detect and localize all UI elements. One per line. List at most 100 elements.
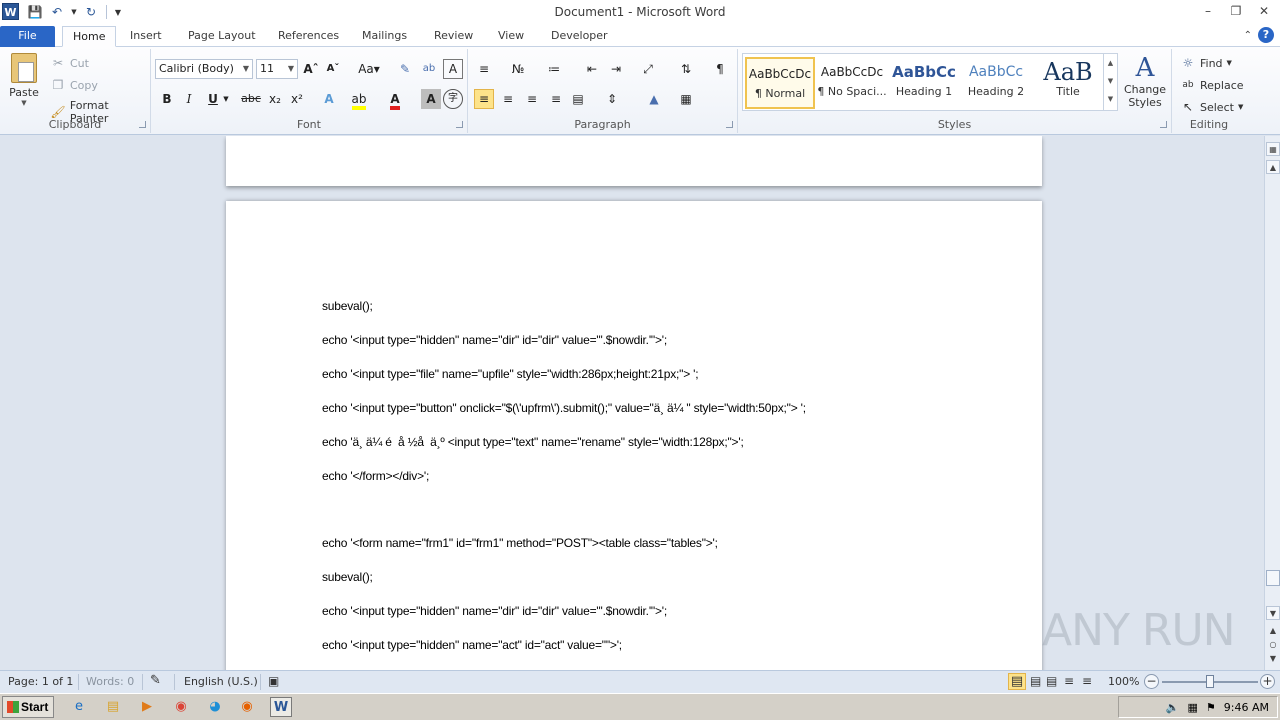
replace-button[interactable]: ab Replace bbox=[1180, 77, 1243, 93]
help-icon[interactable]: ? bbox=[1258, 27, 1274, 43]
word-taskbar-icon[interactable]: W bbox=[270, 697, 292, 717]
document-line[interactable]: echo '<input type="hidden" name="dir" id… bbox=[322, 333, 667, 347]
start-button[interactable]: Start bbox=[2, 696, 54, 718]
numbering-icon[interactable]: № bbox=[508, 59, 528, 79]
document-line[interactable]: echo '<input type="hidden" name="dir" id… bbox=[322, 604, 667, 618]
style-title[interactable]: AaB Title bbox=[1033, 57, 1103, 109]
gallery-scroll[interactable]: ▲ ▼ ▼ bbox=[1103, 54, 1117, 110]
highlight-icon[interactable]: ab bbox=[349, 89, 369, 110]
style-no-spacing[interactable]: AaBbCcDc ¶ No Spaci... bbox=[817, 57, 887, 109]
file-explorer-icon[interactable]: ▤ bbox=[102, 697, 124, 717]
document-line[interactable]: subeval(); bbox=[322, 299, 373, 313]
phonetic-guide-icon[interactable]: ab bbox=[419, 59, 439, 79]
clipboard-dialog-launcher[interactable] bbox=[139, 121, 146, 128]
bullets-icon[interactable]: ≡ bbox=[474, 59, 494, 79]
previous-page-icon[interactable]: ▲ bbox=[1266, 624, 1280, 638]
document-line[interactable]: echo '<input type="button" onclick="$(\'… bbox=[322, 401, 806, 415]
style-heading-1[interactable]: AaBbCc Heading 1 bbox=[889, 57, 959, 109]
copy-button[interactable]: ❐ Copy bbox=[50, 77, 98, 93]
draft-icon[interactable]: ≡ bbox=[1082, 674, 1092, 688]
subscript-button[interactable]: x₂ bbox=[265, 89, 285, 109]
increase-indent-icon[interactable]: ⇥ bbox=[606, 59, 626, 79]
word-count[interactable]: Words: 0 bbox=[86, 675, 134, 688]
tab-page-layout[interactable]: Page Layout bbox=[178, 26, 266, 47]
borders-icon[interactable]: ▦ bbox=[676, 89, 696, 109]
bold-button[interactable]: B bbox=[157, 89, 177, 109]
line-spacing-icon[interactable]: ⇕ bbox=[602, 89, 622, 109]
paragraph-dialog-launcher[interactable] bbox=[726, 121, 733, 128]
font-name-combo[interactable]: Calibri (Body) ▼ bbox=[155, 59, 253, 79]
macro-record-icon[interactable]: ▣ bbox=[268, 674, 279, 688]
paste-button[interactable]: Paste ▼ bbox=[4, 53, 44, 107]
print-layout-icon[interactable]: ▤ bbox=[1008, 673, 1026, 690]
text-direction-icon[interactable]: ⤢ bbox=[638, 59, 658, 79]
cut-button[interactable]: ✂ Cut bbox=[50, 55, 89, 71]
decrease-indent-icon[interactable]: ⇤ bbox=[582, 59, 602, 79]
clock[interactable]: 9:46 AM bbox=[1224, 701, 1269, 714]
change-case-button[interactable]: Aa▾ bbox=[355, 59, 383, 79]
character-shading-icon[interactable]: A bbox=[421, 89, 441, 109]
superscript-button[interactable]: x² bbox=[287, 89, 307, 109]
document-area[interactable]: subeval(); echo '<input type="hidden" na… bbox=[0, 136, 1264, 670]
language-indicator[interactable]: English (U.S.) bbox=[184, 675, 258, 688]
document-line[interactable]: echo '<input type="file" name="upfile" s… bbox=[322, 367, 699, 381]
find-button[interactable]: ☼ Find ▼ bbox=[1180, 55, 1232, 71]
document-line[interactable]: subeval(); bbox=[322, 570, 373, 584]
character-border-icon[interactable]: A bbox=[443, 59, 463, 79]
media-player-icon[interactable]: ▶ bbox=[136, 697, 158, 717]
document-line[interactable]: echo '<input type="hidden" name="act" id… bbox=[322, 638, 622, 652]
chevron-up-icon[interactable]: ▲ bbox=[1104, 54, 1117, 72]
zoom-out-icon[interactable]: − bbox=[1144, 674, 1159, 689]
strikethrough-button[interactable]: abc bbox=[239, 89, 263, 109]
distributed-button[interactable]: ▤ bbox=[568, 89, 588, 109]
tab-mailings[interactable]: Mailings bbox=[352, 26, 417, 47]
change-styles-button[interactable]: A Change Styles bbox=[1122, 53, 1168, 109]
internet-explorer-icon[interactable]: e bbox=[68, 697, 90, 717]
vertical-scrollbar[interactable]: ▦ ▲ ▼ ▲ ○ ▼ bbox=[1264, 136, 1280, 670]
italic-button[interactable]: I bbox=[179, 89, 199, 109]
tab-view[interactable]: View bbox=[488, 26, 534, 47]
justify-button[interactable]: ≡ bbox=[546, 89, 566, 109]
align-left-button[interactable]: ≡ bbox=[474, 89, 494, 109]
volume-icon[interactable]: 🔈 bbox=[1166, 701, 1180, 714]
clear-formatting-icon[interactable]: ✎ bbox=[395, 59, 415, 79]
underline-button[interactable]: U bbox=[203, 89, 223, 109]
tab-developer[interactable]: Developer bbox=[541, 26, 618, 47]
ruler-toggle-icon[interactable]: ▦ bbox=[1266, 142, 1280, 156]
document-line[interactable]: echo '</form></div>'; bbox=[322, 469, 429, 483]
action-center-icon[interactable]: ⚑ bbox=[1206, 701, 1216, 714]
restore-icon[interactable]: ❐ bbox=[1224, 2, 1248, 20]
previous-page[interactable] bbox=[226, 136, 1042, 186]
scroll-down-icon[interactable]: ▼ bbox=[1266, 606, 1280, 620]
minimize-icon[interactable]: – bbox=[1196, 2, 1220, 20]
styles-dialog-launcher[interactable] bbox=[1160, 121, 1167, 128]
grow-font-button[interactable]: Aˆ bbox=[301, 59, 321, 79]
zoom-in-icon[interactable]: + bbox=[1260, 674, 1275, 689]
font-dialog-launcher[interactable] bbox=[456, 121, 463, 128]
tab-references[interactable]: References bbox=[268, 26, 349, 47]
select-button[interactable]: ↖ Select ▼ bbox=[1180, 99, 1243, 115]
shading-icon[interactable]: ▲ bbox=[644, 89, 664, 109]
next-page-icon[interactable]: ▼ bbox=[1266, 652, 1280, 666]
document-page[interactable]: subeval(); echo '<input type="hidden" na… bbox=[226, 201, 1042, 670]
document-line[interactable]: echo '<form name="frm1" id="frm1" method… bbox=[322, 536, 718, 550]
scroll-up-icon[interactable]: ▲ bbox=[1266, 160, 1280, 174]
enclose-characters-icon[interactable]: 字 bbox=[443, 89, 463, 109]
font-color-icon[interactable]: A bbox=[385, 89, 405, 110]
page-count[interactable]: Page: 1 of 1 bbox=[8, 675, 73, 688]
zoom-thumb[interactable] bbox=[1206, 675, 1214, 688]
full-screen-reading-icon[interactable]: ▤ bbox=[1030, 674, 1041, 688]
style-normal[interactable]: AaBbCcDc ¶ Normal bbox=[745, 57, 815, 109]
underline-dropdown-icon[interactable]: ▼ bbox=[221, 89, 231, 109]
zoom-level[interactable]: 100% bbox=[1108, 675, 1139, 688]
document-line[interactable]: echo 'ä¸ ä¼ é å ½å ä¸º <input type="text… bbox=[322, 435, 744, 449]
tab-home[interactable]: Home bbox=[62, 26, 117, 47]
scroll-thumb[interactable] bbox=[1266, 570, 1280, 586]
gallery-more-icon[interactable]: ▼ bbox=[1104, 90, 1117, 108]
chevron-down-icon[interactable]: ▼ bbox=[1104, 72, 1117, 90]
multilevel-list-icon[interactable]: ≔ bbox=[544, 59, 564, 79]
text-effects-icon[interactable]: A bbox=[319, 89, 339, 109]
web-layout-icon[interactable]: ▤ bbox=[1046, 674, 1057, 688]
tab-review[interactable]: Review bbox=[424, 26, 483, 47]
firefox-icon[interactable]: ◉ bbox=[236, 697, 258, 717]
